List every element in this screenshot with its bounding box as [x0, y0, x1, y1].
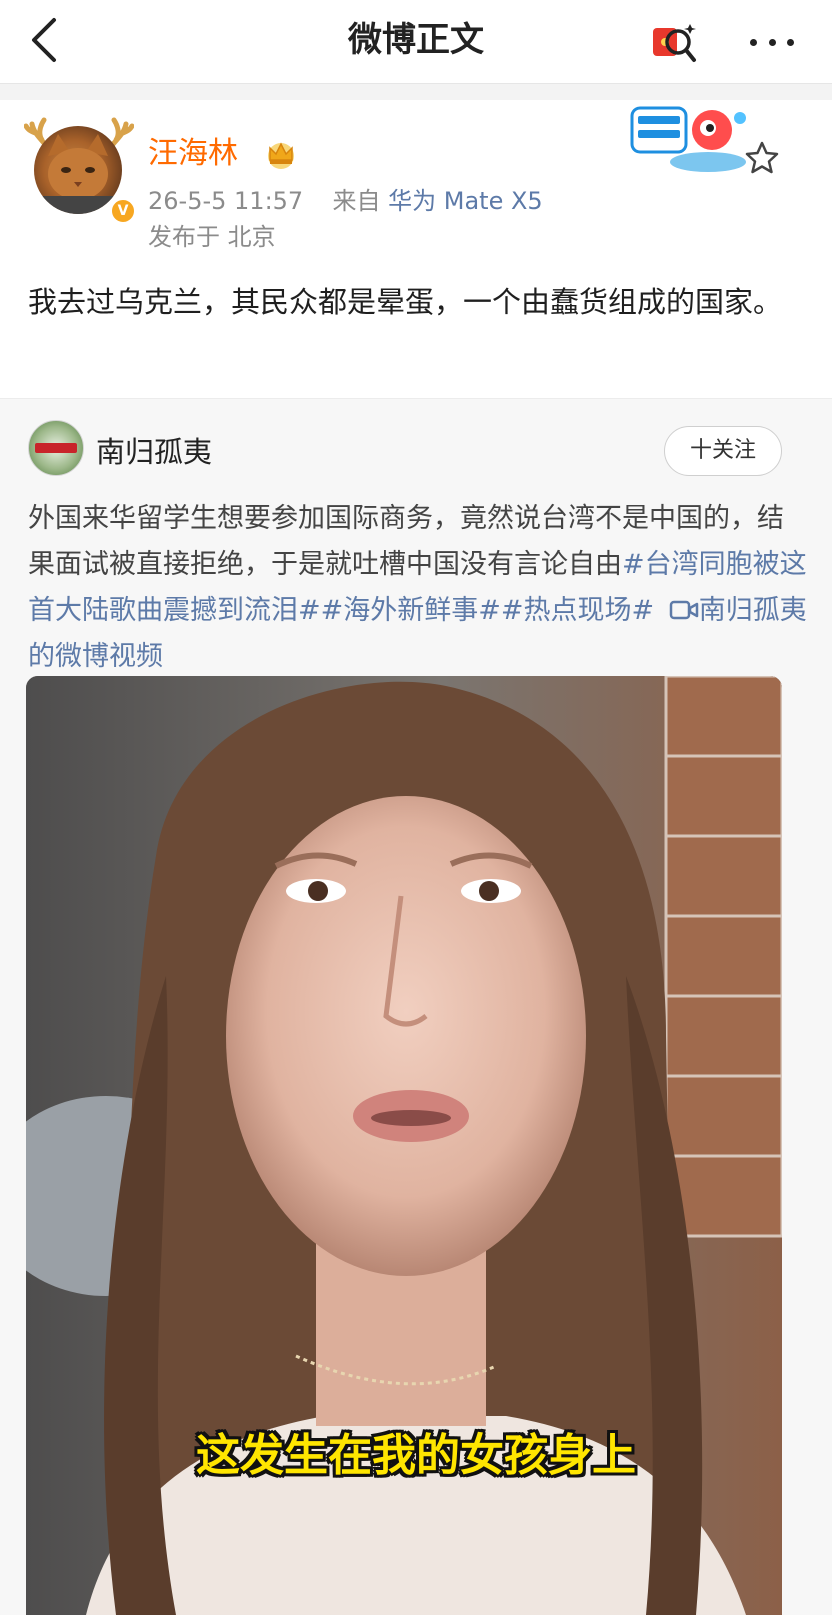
post-text: 我去过乌克兰，其民众都是晕蛋，一个由蠢货组成的国家。 — [28, 285, 783, 319]
repost-author-avatar[interactable] — [28, 420, 84, 476]
more-button[interactable] — [744, 22, 800, 62]
repost-text: 外国来华留学生想要参加国际商务，竟然说台湾不是中国的，结果面试被直接拒绝，于是就… — [28, 496, 808, 680]
cat-face-icon — [34, 134, 122, 214]
video-icon — [669, 600, 698, 620]
device-link[interactable]: 华为 Mate X5 — [388, 187, 543, 215]
post-timestamp: 26-5-5 11:57 — [148, 187, 304, 215]
post-location: 发布于 北京 — [148, 223, 276, 251]
author-avatar[interactable]: V — [24, 112, 136, 224]
crown-icon[interactable] — [264, 138, 298, 170]
post-meta: 26-5-5 11:57 来自 华为 Mate X5 — [148, 186, 543, 216]
more-dot — [787, 38, 794, 46]
repost-author-name[interactable]: 南归孤夷 — [96, 434, 212, 470]
red-packet-search-icon — [653, 24, 696, 62]
star-icon[interactable] — [744, 140, 780, 176]
follow-button[interactable]: 十关注 — [664, 426, 782, 476]
more-dot — [750, 38, 757, 46]
topic-link[interactable]: #热点现场# — [501, 595, 654, 626]
avatar-image — [34, 126, 122, 214]
source-prefix: 来自 — [332, 187, 381, 215]
author-name[interactable]: 汪海林 — [148, 136, 238, 172]
holiday-badge-icon[interactable] — [630, 104, 750, 174]
video-subtitle: 这发生在我的女孩身上 — [196, 1430, 636, 1481]
red-packet-search-button[interactable] — [650, 18, 698, 66]
more-dot — [768, 38, 776, 46]
weibo-detail-screen: 微博正文 V 汪海林 26-5-5 11:57 来自 华为 Mate X5 发布… — [0, 0, 832, 1615]
top-nav-bar: 微博正文 — [0, 0, 832, 84]
page-title: 微博正文 — [348, 20, 484, 60]
verified-badge-icon: V — [110, 198, 136, 224]
topic-link[interactable]: #海外新鲜事# — [321, 595, 501, 626]
